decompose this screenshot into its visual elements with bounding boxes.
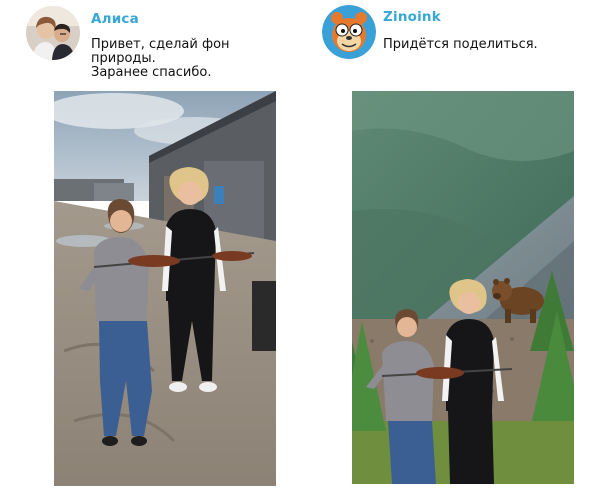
right-message-line: Придётся поделиться. [383,37,538,52]
left-message-line: природы. [91,51,156,66]
edited-mountain-bear-photo-icon [352,91,574,484]
left-username[interactable]: Алиса [91,11,139,27]
page-root: Алиса Привет, сделай фон природы. Заране… [0,0,600,490]
left-message: Привет, сделай фон природы. Заранее спас… [91,38,230,80]
left-message-line: Привет, сделай фон [91,37,230,52]
left-user-avatar[interactable] [26,6,80,60]
right-message: Придётся поделиться. [383,38,538,52]
original-garage-photo-icon [54,91,276,486]
right-username[interactable]: Zinoink [383,9,441,25]
couple-selfie-avatar-icon [26,6,80,60]
edited-photo[interactable] [352,91,574,484]
left-message-line: Заранее спасибо. [91,65,212,80]
right-user-avatar[interactable] [322,5,376,59]
cartoon-bear-avatar-icon [322,5,376,59]
original-photo[interactable] [54,91,276,486]
